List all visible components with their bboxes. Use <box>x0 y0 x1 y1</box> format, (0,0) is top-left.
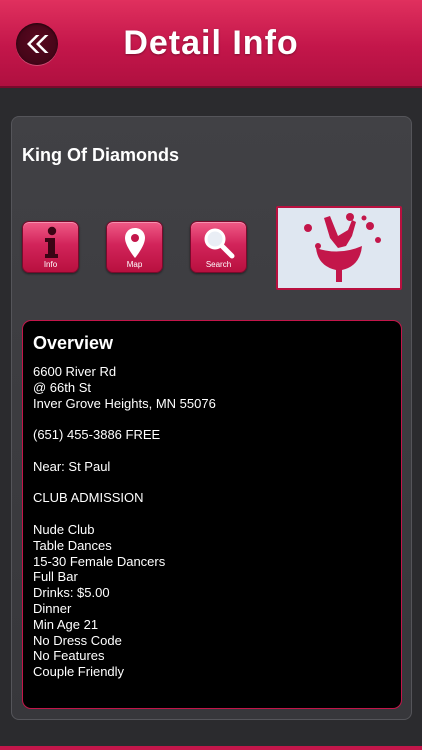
map-label: Map <box>126 260 143 269</box>
overview-lines: 6600 River Rd @ 66th St Inver Grove Heig… <box>33 364 391 680</box>
info-icon <box>44 226 58 258</box>
map-button[interactable]: Map <box>106 221 163 273</box>
overview-line <box>33 443 391 459</box>
info-label: Info <box>43 260 58 269</box>
overview-line <box>33 506 391 522</box>
overview-line: 6600 River Rd <box>33 364 117 379</box>
detail-panel: King Of Diamonds Info Map Search Overvie… <box>11 116 412 720</box>
search-label: Search <box>205 260 232 269</box>
overview-line <box>33 411 391 427</box>
place-name: King Of Diamonds <box>22 145 179 165</box>
info-button[interactable]: Info <box>22 221 79 273</box>
overview-line: Drinks: $5.00 <box>33 585 110 601</box>
overview-line: No Dress Code <box>33 632 122 648</box>
overview-line: Near: St Paul <box>33 458 111 474</box>
overview-title: Overview <box>33 333 114 353</box>
magnifier-icon <box>204 228 234 259</box>
dancer-in-glass-icon <box>304 213 381 282</box>
map-pin-icon <box>124 228 145 258</box>
overview-line: 15-30 Female Dancers <box>33 553 166 569</box>
overview-line: Table Dances <box>33 537 112 553</box>
search-button[interactable]: Search <box>190 221 247 273</box>
overview-line <box>33 475 391 491</box>
overview-line: Inver Grove Heights, MN 55076 <box>33 395 216 411</box>
overview-line: CLUB ADMISSION <box>33 490 144 506</box>
overview-line: Dinner <box>33 600 72 616</box>
overview-line: @ 66th St <box>33 379 92 395</box>
header-bar: Detail Info <box>0 0 422 88</box>
overview-line: Couple Friendly <box>33 664 125 680</box>
overview-line: Nude Club <box>33 521 95 537</box>
overview-line: Min Age 21 <box>33 616 99 632</box>
overview-line: Full Bar <box>33 569 78 585</box>
category-image <box>276 206 402 290</box>
overview-line: No Features <box>33 648 105 664</box>
footer-strip <box>0 746 422 750</box>
page-title: Detail Info <box>123 24 299 62</box>
overview-box: Overview 6600 River Rd @ 66th St Inver G… <box>22 320 402 709</box>
overview-line[interactable]: (651) 455-3886 FREE <box>33 427 391 443</box>
